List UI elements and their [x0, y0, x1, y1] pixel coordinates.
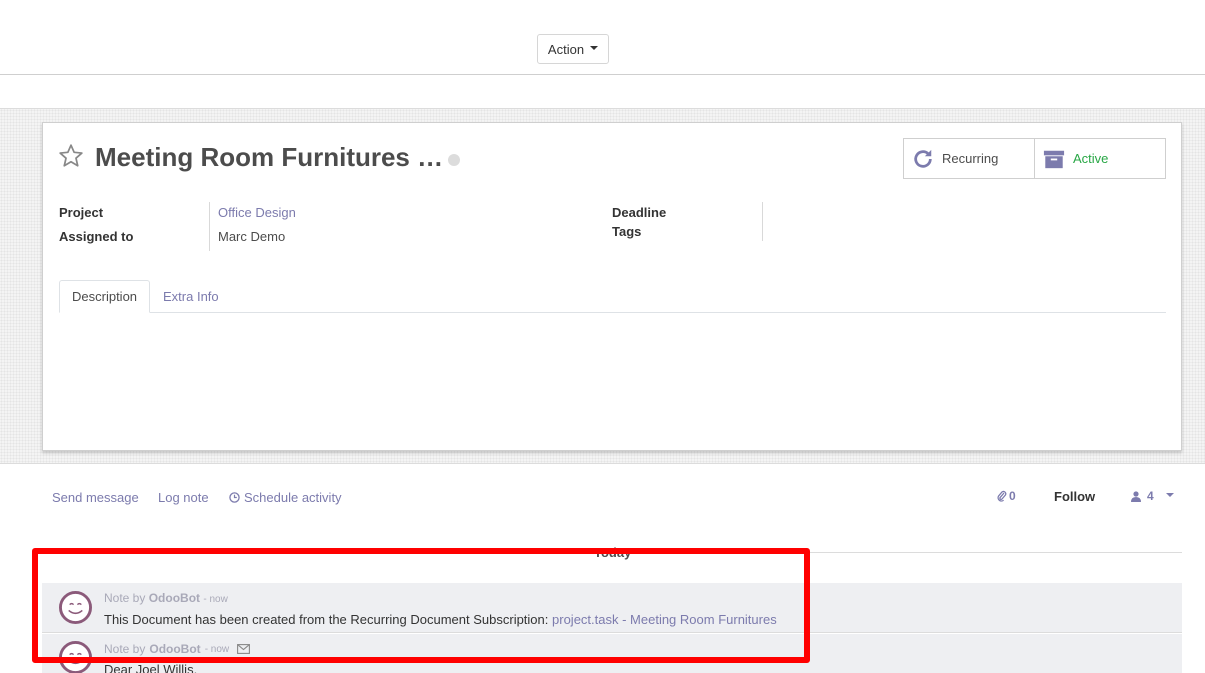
- archive-icon: [1043, 150, 1065, 168]
- tab-extra-info[interactable]: Extra Info: [151, 280, 231, 313]
- tags-label: Tags: [612, 224, 642, 239]
- recurring-button[interactable]: Recurring: [904, 139, 1034, 178]
- field-separator: [762, 202, 763, 241]
- message-header: Note by OdooBot - now: [104, 591, 228, 605]
- message-body-text: Dear Joel Willis,: [104, 662, 198, 673]
- follow-button[interactable]: Follow: [1054, 489, 1095, 504]
- message-prefix: Note by: [104, 642, 146, 656]
- user-icon: [1131, 490, 1141, 502]
- date-separator-label: Today: [592, 545, 634, 560]
- chatter-message: Note by OdooBot - now Dear Joel Willis,: [42, 634, 1182, 673]
- form-sheet: Meeting Room Furnitures … Recurring Acti…: [42, 122, 1182, 451]
- recurring-label: Recurring: [942, 151, 999, 166]
- caret-down-icon: [1165, 493, 1174, 497]
- attachments-count: 0: [1009, 489, 1016, 503]
- action-dropdown-button[interactable]: Action: [537, 34, 609, 64]
- active-toggle-button[interactable]: Active: [1034, 139, 1165, 178]
- message-prefix: Note by: [104, 591, 146, 605]
- active-label: Active: [1073, 151, 1109, 166]
- clock-icon: [229, 492, 240, 503]
- assigned-to-label: Assigned to: [59, 229, 134, 244]
- deadline-label: Deadline: [612, 205, 667, 220]
- chatter-message: Note by OdooBot - now This Document has …: [42, 583, 1182, 633]
- tab-description[interactable]: Description: [59, 280, 151, 313]
- schedule-activity-label: Schedule activity: [244, 490, 342, 505]
- odoobot-avatar: [59, 641, 92, 673]
- record-link[interactable]: project.task - Meeting Room Furnitures: [552, 612, 777, 627]
- assigned-to-value[interactable]: Marc Demo: [218, 229, 285, 244]
- action-label: Action: [547, 41, 585, 57]
- notebook-tabs: Description Extra Info: [59, 280, 1166, 313]
- envelope-icon[interactable]: [237, 644, 251, 654]
- message-date: - now: [203, 594, 228, 605]
- control-panel: Action: [0, 0, 1205, 75]
- odoobot-avatar: [59, 591, 92, 624]
- kanban-state-dot[interactable]: [448, 154, 460, 166]
- record-title[interactable]: Meeting Room Furnitures …: [95, 142, 443, 173]
- message-author[interactable]: OdooBot: [149, 642, 200, 656]
- message-date: - now: [204, 643, 230, 655]
- attachments-button[interactable]: 0: [997, 489, 1016, 503]
- smart-button-box: Recurring Active: [903, 138, 1166, 179]
- followers-dropdown[interactable]: 4: [1131, 489, 1174, 503]
- refresh-icon: [914, 149, 932, 168]
- field-separator: [209, 202, 210, 251]
- star-icon[interactable]: [58, 143, 84, 169]
- caret-down-icon: [590, 46, 599, 50]
- message-body-text: This Document has been created from the …: [104, 612, 549, 627]
- log-note-button[interactable]: Log note: [158, 490, 209, 505]
- project-value[interactable]: Office Design: [218, 205, 296, 220]
- paperclip-icon: [997, 490, 1007, 502]
- message-header: Note by OdooBot - now: [104, 642, 251, 656]
- project-label: Project: [59, 205, 104, 220]
- message-body: This Document has been created from the …: [104, 612, 777, 627]
- send-message-button[interactable]: Send message: [52, 490, 139, 505]
- message-author[interactable]: OdooBot: [149, 591, 200, 605]
- followers-count: 4: [1147, 489, 1154, 503]
- schedule-activity-button[interactable]: Schedule activity: [229, 490, 342, 505]
